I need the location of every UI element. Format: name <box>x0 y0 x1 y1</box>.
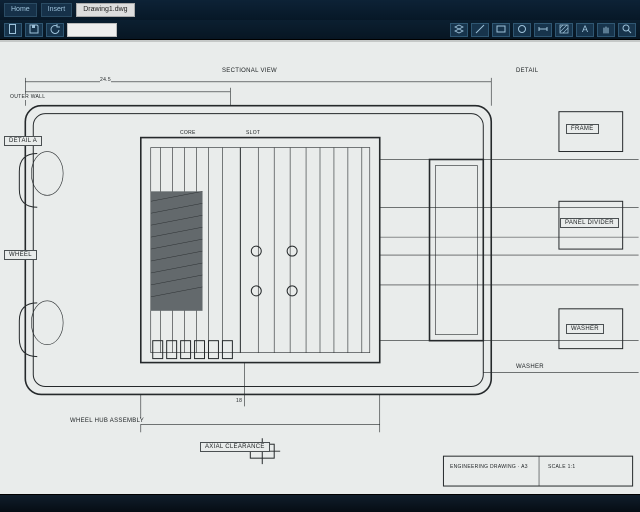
hatch-tool-button[interactable] <box>555 23 573 37</box>
label-bottom-mid: AXIAL CLEARANCE <box>200 442 270 452</box>
label-scale: SCALE 1:1 <box>548 464 575 470</box>
file-icon <box>8 21 18 39</box>
title-bar: Home Insert Drawing1.dwg <box>0 0 640 20</box>
ribbon-tab-insert[interactable]: Insert <box>41 3 73 17</box>
label-right-sub: WASHER <box>516 364 544 370</box>
label-left-upper: OUTER WALL <box>10 94 45 100</box>
ribbon-tab-home[interactable]: Home <box>4 3 37 17</box>
toolbar: A <box>0 20 640 40</box>
hatch-icon <box>559 21 569 39</box>
pan-tool-button[interactable] <box>597 23 615 37</box>
rect-tool-button[interactable] <box>492 23 510 37</box>
label-top-right: DETAIL <box>516 68 538 74</box>
zoom-tool-button[interactable] <box>618 23 636 37</box>
label-top-center: SECTIONAL VIEW <box>222 68 277 74</box>
label-bottom-left: WHEEL HUB ASSEMBLY <box>70 418 144 424</box>
title-block-text: ENGINEERING DRAWING · A3 <box>450 464 528 470</box>
line-icon <box>475 21 485 39</box>
app-window: Home Insert Drawing1.dwg <box>0 0 640 512</box>
line-tool-button[interactable] <box>471 23 489 37</box>
document-tab[interactable]: Drawing1.dwg <box>76 3 134 17</box>
label-frame: FRAME <box>566 124 599 134</box>
layers-icon <box>454 21 464 39</box>
undo-icon <box>50 21 60 39</box>
dim-a: 24.5 <box>100 77 111 83</box>
circle-icon <box>517 21 527 39</box>
save-button[interactable] <box>25 23 43 37</box>
new-file-button[interactable] <box>4 23 22 37</box>
dimension-icon <box>538 21 548 39</box>
engineering-drawing <box>0 42 640 494</box>
label-divider: PANEL DIVIDER <box>560 218 619 228</box>
label-slot: SLOT <box>246 130 260 136</box>
rect-icon <box>496 21 506 39</box>
drawing-canvas[interactable]: SECTIONAL VIEW DETAIL OUTER WALL DETAIL … <box>0 40 640 494</box>
dimension-tool-button[interactable] <box>534 23 552 37</box>
hand-icon <box>601 21 611 39</box>
status-bar <box>0 494 640 512</box>
undo-button[interactable] <box>46 23 64 37</box>
label-washer: WASHER <box>566 324 604 334</box>
command-input[interactable] <box>67 23 117 37</box>
text-icon: A <box>580 21 590 39</box>
label-wheel: WHEEL <box>4 250 37 260</box>
dim-b: 18 <box>236 398 242 404</box>
save-icon <box>29 21 39 39</box>
label-core: CORE <box>180 130 196 136</box>
layers-button[interactable] <box>450 23 468 37</box>
label-detail-a: DETAIL A <box>4 136 42 146</box>
text-tool-button[interactable]: A <box>576 23 594 37</box>
zoom-icon <box>622 21 632 39</box>
svg-text:A: A <box>582 24 588 34</box>
circle-tool-button[interactable] <box>513 23 531 37</box>
